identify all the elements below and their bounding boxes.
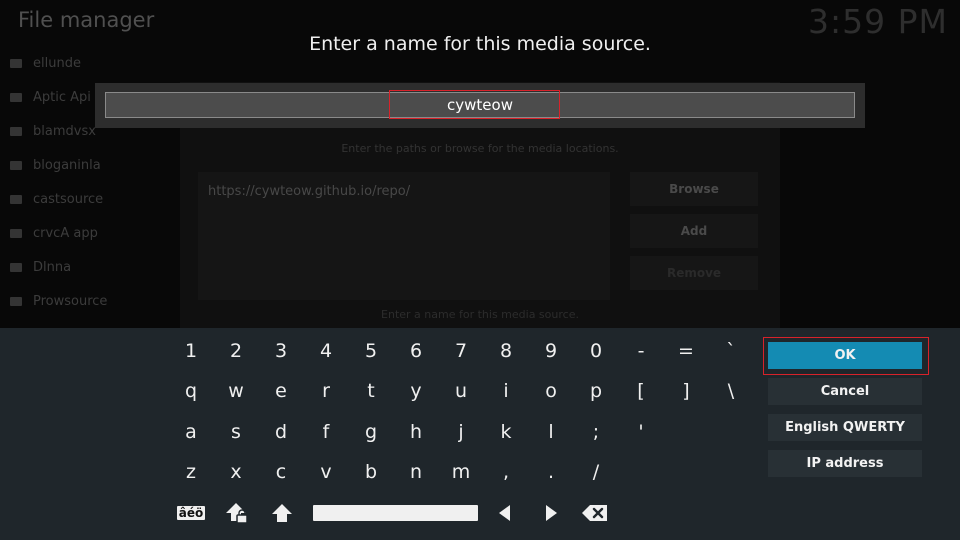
key[interactable]: 0 (576, 335, 616, 367)
arrow-right-icon[interactable] (533, 497, 569, 529)
remove-button[interactable]: Remove (630, 256, 758, 290)
key[interactable]: f (306, 416, 346, 448)
paths-label: Enter the paths or browse for the media … (341, 142, 619, 155)
key[interactable]: v (306, 456, 346, 488)
browse-button[interactable]: Browse (630, 172, 758, 206)
key[interactable]: 4 (306, 335, 346, 367)
key[interactable]: ] (666, 375, 706, 407)
backspace-icon[interactable] (577, 497, 613, 529)
key[interactable]: a (171, 416, 211, 448)
ip-address-button[interactable]: IP address (768, 450, 922, 477)
key[interactable]: ; (576, 416, 616, 448)
key[interactable]: 7 (441, 335, 481, 367)
key[interactable]: , (486, 456, 526, 488)
backspace-glyph (582, 505, 607, 521)
key[interactable]: . (531, 456, 571, 488)
caps-lock-icon[interactable] (218, 497, 254, 529)
source-list-item[interactable]: castsource (0, 182, 115, 216)
path-entry[interactable]: https://cywteow.github.io/repo/ (208, 184, 410, 199)
key[interactable]: [ (621, 375, 661, 407)
key[interactable]: 3 (261, 335, 301, 367)
cancel-button[interactable]: Cancel (768, 378, 922, 405)
prompt-heading: Enter a name for this media source. (309, 33, 651, 55)
folder-icon (10, 92, 22, 102)
folder-icon (10, 194, 22, 204)
key[interactable]: y (396, 375, 436, 407)
key[interactable]: l (531, 416, 571, 448)
key[interactable]: w (216, 375, 256, 407)
folder-icon (10, 126, 22, 136)
key[interactable]: h (396, 416, 436, 448)
app-title: File manager (18, 8, 155, 32)
key[interactable]: b (351, 456, 391, 488)
key[interactable]: g (351, 416, 391, 448)
key[interactable]: q (171, 375, 211, 407)
key[interactable]: 8 (486, 335, 526, 367)
source-list-item[interactable]: Prowsource (0, 284, 115, 318)
caps-lock-glyph (226, 503, 248, 524)
key[interactable]: r (306, 375, 346, 407)
folder-icon (10, 262, 22, 272)
space-key[interactable] (313, 505, 478, 521)
key[interactable]: 6 (396, 335, 436, 367)
folder-icon (10, 228, 22, 238)
key[interactable]: 1 (171, 335, 211, 367)
arrow-left-icon[interactable] (487, 497, 523, 529)
key[interactable]: u (441, 375, 481, 407)
folder-icon (10, 160, 22, 170)
key[interactable]: = (666, 335, 706, 367)
key[interactable]: j (441, 416, 481, 448)
key[interactable]: ` (711, 335, 751, 367)
key[interactable]: s (216, 416, 256, 448)
key[interactable]: z (171, 456, 211, 488)
key[interactable]: e (261, 375, 301, 407)
path-list: https://cywteow.github.io/repo/ (198, 172, 610, 300)
arrow-left-glyph (499, 505, 510, 521)
accented-characters-icon[interactable]: âéö (173, 497, 209, 529)
input-highlight-box (389, 90, 560, 119)
folder-icon (10, 296, 22, 306)
symbols-key-label: âéö (176, 506, 206, 520)
key[interactable]: d (261, 416, 301, 448)
keyboard-layout-button[interactable]: English QWERTY (768, 414, 922, 441)
key[interactable]: / (576, 456, 616, 488)
key[interactable]: m (441, 456, 481, 488)
key[interactable]: t (351, 375, 391, 407)
key[interactable]: k (486, 416, 526, 448)
key[interactable]: 9 (531, 335, 571, 367)
source-list-item[interactable]: crvcA app (0, 216, 115, 250)
source-list-item[interactable]: Dlnna (0, 250, 115, 284)
arrow-right-glyph (546, 505, 557, 521)
add-button[interactable]: Add (630, 214, 758, 248)
key[interactable]: 2 (216, 335, 256, 367)
key[interactable]: - (621, 335, 661, 367)
key[interactable]: \ (711, 375, 751, 407)
key[interactable]: n (396, 456, 436, 488)
key[interactable]: ' (621, 416, 661, 448)
shift-glyph (272, 504, 292, 522)
key[interactable]: o (531, 375, 571, 407)
key[interactable]: 5 (351, 335, 391, 367)
ok-highlight-box (763, 337, 929, 375)
key[interactable]: p (576, 375, 616, 407)
key[interactable]: i (486, 375, 526, 407)
key[interactable]: c (261, 456, 301, 488)
name-label: Enter a name for this media source. (381, 308, 579, 321)
shift-icon[interactable] (264, 497, 300, 529)
folder-icon (10, 58, 22, 68)
source-list-item[interactable]: bloganinla (0, 148, 115, 182)
key[interactable]: x (216, 456, 256, 488)
